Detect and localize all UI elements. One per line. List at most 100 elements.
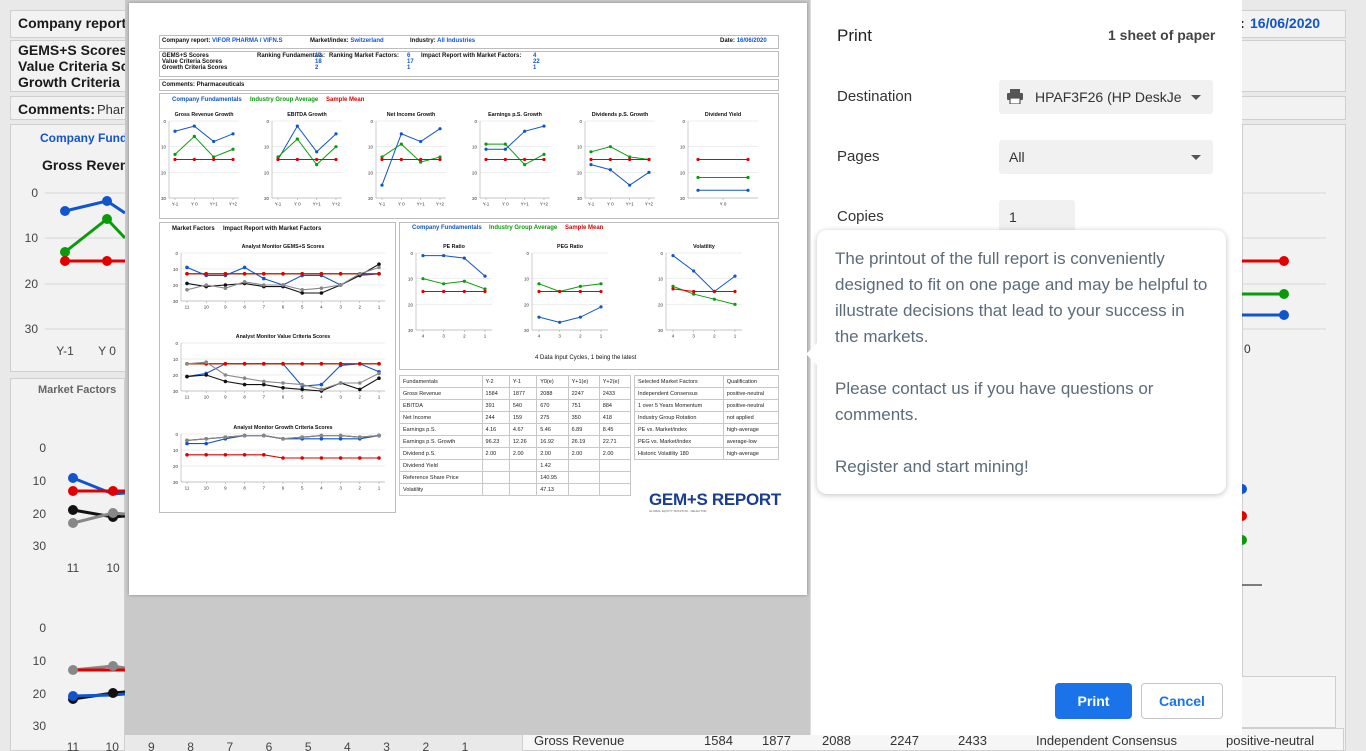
ebitda-growth-series-industry-group-average: [277, 138, 337, 166]
mf-table-cell: Industry Group Rotation: [634, 411, 724, 424]
earnings-p-s-growth-ytick: 30: [472, 196, 478, 201]
pe-ratio-point: [462, 279, 466, 283]
analyst-monitor-gems-s-scores-ytick: 10: [173, 267, 179, 272]
dividends-p-s-growth-point: [589, 157, 593, 162]
bg-chart-c-xtick: 7: [226, 740, 233, 751]
analyst-monitor-growth-criteria-scores-point: [281, 456, 285, 460]
peg-ratio-point: [537, 289, 541, 294]
bg-chart-c-point: [108, 661, 118, 671]
mf-table-cell: 1 over 5 Years Momentum: [634, 399, 724, 412]
volatility-point: [712, 297, 716, 301]
analyst-monitor-growth-criteria-scores-point: [319, 437, 324, 441]
analyst-monitor-value-criteria-scores-point: [262, 382, 266, 387]
gross-revenue-growth-series-company-fundamentals: [174, 125, 234, 143]
earnings-p-s-growth-point: [523, 163, 527, 167]
analyst-monitor-gems-s-scores-xtick: 7: [263, 305, 266, 310]
fund-table-cell: 350: [567, 411, 600, 424]
dividend-yield-ytick: 0: [682, 119, 685, 124]
fund-table-row: Earnings p.S. Growth 96.23 12.26 16.92 26.19…: [399, 435, 632, 448]
pe-ratio-point: [442, 289, 446, 294]
mf-table-row: PE vs. Market/index high-average: [634, 423, 780, 436]
analyst-monitor-value-criteria-scores-point: [377, 376, 381, 381]
peg-ratio-xtick: 4: [538, 334, 541, 339]
chevron-down-icon: [1191, 155, 1201, 160]
analyst-monitor-growth-criteria-scores-point: [300, 435, 304, 440]
analyst-monitor-growth-criteria-scores-point: [204, 437, 208, 441]
analyst-monitor-growth-criteria-scores-point: [204, 453, 208, 457]
analyst-monitor-value-criteria-scores-point: [319, 382, 324, 387]
fund-table-cell: 12.26: [508, 435, 538, 448]
analyst-monitor-growth-criteria-scores-point: [185, 453, 189, 457]
analyst-monitor-gems-s-scores-point: [300, 291, 304, 295]
analyst-monitor-growth-criteria-scores-xtick: 2: [359, 486, 362, 491]
dialog-title: Print: [837, 26, 872, 45]
peg-ratio-series-industry-group-average: [538, 283, 602, 293]
fund-table-cell: [481, 471, 510, 484]
cancel-button[interactable]: Cancel: [1141, 683, 1223, 719]
fund-table-cell: 26.19: [567, 435, 600, 448]
copies-value: 1: [1009, 209, 1017, 225]
fund-table-cell: 5.46: [536, 423, 569, 436]
net-income-growth-xtick: Y+1: [417, 202, 426, 207]
fund-table-cell: 2.00: [598, 447, 632, 460]
fund-table-header-cell: Y+1(e): [567, 375, 600, 388]
analyst-monitor-growth-criteria-scores-xtick: 1: [378, 486, 381, 491]
pe-ratio-title: PE Ratio: [443, 244, 466, 250]
copies-input[interactable]: 1: [999, 200, 1075, 234]
print-button[interactable]: Print: [1055, 683, 1132, 719]
bg-chart-b-ytick: 20: [33, 507, 47, 521]
analyst-monitor-gems-s-scores-point: [204, 272, 208, 276]
fund-table-row: Dividend Yield 1.42: [399, 459, 632, 472]
pages-select[interactable]: All: [999, 140, 1213, 174]
fund-table-cell: 2088: [536, 387, 569, 400]
fund-table-cell: [508, 459, 538, 472]
earnings-p-s-growth-series-company-fundamentals: [486, 125, 545, 150]
bg-bottom-row-cell: 2088: [822, 733, 851, 748]
fund-table-cell: 6.89: [567, 423, 600, 436]
peg-ratio-point: [558, 320, 562, 324]
bg-chart-c-point: [68, 665, 78, 675]
bg-chart-b-xtick: 10: [106, 561, 120, 575]
report-mf-table: Selected Market Factors Qualification Inde…: [634, 375, 780, 460]
destination-select[interactable]: HPAF3F26 (HP DeskJe: [999, 80, 1213, 114]
fund-table-header-cell: Y-2: [481, 375, 510, 388]
ebitda-growth-point: [334, 157, 338, 162]
report-fund-table: Fundamentals Y-2 Y-1 Y0(e) Y+1(e) Y+2(e) Gross…: [399, 375, 632, 496]
analyst-monitor-value-criteria-scores-point: [281, 386, 285, 390]
gross-revenue-growth-point: [212, 157, 216, 162]
analyst-monitor-value-criteria-scores-xtick: 7: [263, 395, 266, 400]
fund-table-cell: [567, 483, 600, 496]
mf-table-row: PEG vs. Market/index average-low: [634, 435, 780, 448]
volatility-ytick: 0: [660, 251, 663, 256]
bg-chart-c-ytick: 20: [33, 687, 47, 701]
analyst-monitor-growth-criteria-scores-xtick: 10: [204, 486, 210, 491]
peg-ratio-series-company-fundamentals: [538, 306, 602, 323]
analyst-monitor-value-criteria-scores-point: [338, 362, 343, 366]
fund-table-header-cell: Y-1: [508, 375, 538, 388]
analyst-monitor-value-criteria-scores-point: [338, 381, 343, 385]
net-income-growth-point: [438, 157, 442, 162]
ebitda-growth-point: [295, 157, 299, 162]
analyst-monitor-gems-s-scores-xtick: 10: [204, 305, 210, 310]
analyst-monitor-gems-s-scores-point: [262, 283, 266, 287]
bg-chart-a-ytick: 20: [25, 277, 39, 291]
analyst-monitor-gems-s-scores-point: [262, 272, 266, 276]
volatility-xtick: 1: [734, 334, 737, 339]
tooltip-paragraph-2: Please contact us if you have questions …: [835, 379, 1154, 424]
volatility-title: Volatility: [693, 244, 715, 250]
report-logo-sub: GLOBAL EQUITY MONITOR - SELECTOR: [649, 509, 707, 513]
analyst-monitor-growth-criteria-scores-point: [281, 437, 285, 441]
earnings-p-s-growth-ytick: 20: [472, 170, 478, 175]
gross-revenue-growth-point: [192, 134, 196, 138]
analyst-monitor-growth-criteria-scores-point: [358, 435, 362, 440]
net-income-growth-series-company-fundamentals: [381, 128, 441, 186]
fund-table-row: Reference Share Price 140.95: [399, 471, 632, 484]
analyst-monitor-gems-s-scores-xtick: 9: [224, 305, 227, 310]
volatility-xtick: 2: [713, 334, 716, 339]
destination-value: HPAF3F26 (HP DeskJe: [1035, 89, 1182, 105]
analyst-monitor-gems-s-scores-point: [242, 280, 247, 284]
analyst-monitor-growth-criteria-scores-xtick: 3: [339, 486, 342, 491]
fund-table-row: Dividend p.S. 2.00 2.00 2.00 2.00 2.00: [399, 447, 632, 460]
volatility-xtick: 4: [672, 334, 675, 339]
mf-table-header-cell: Qualification: [722, 375, 780, 388]
